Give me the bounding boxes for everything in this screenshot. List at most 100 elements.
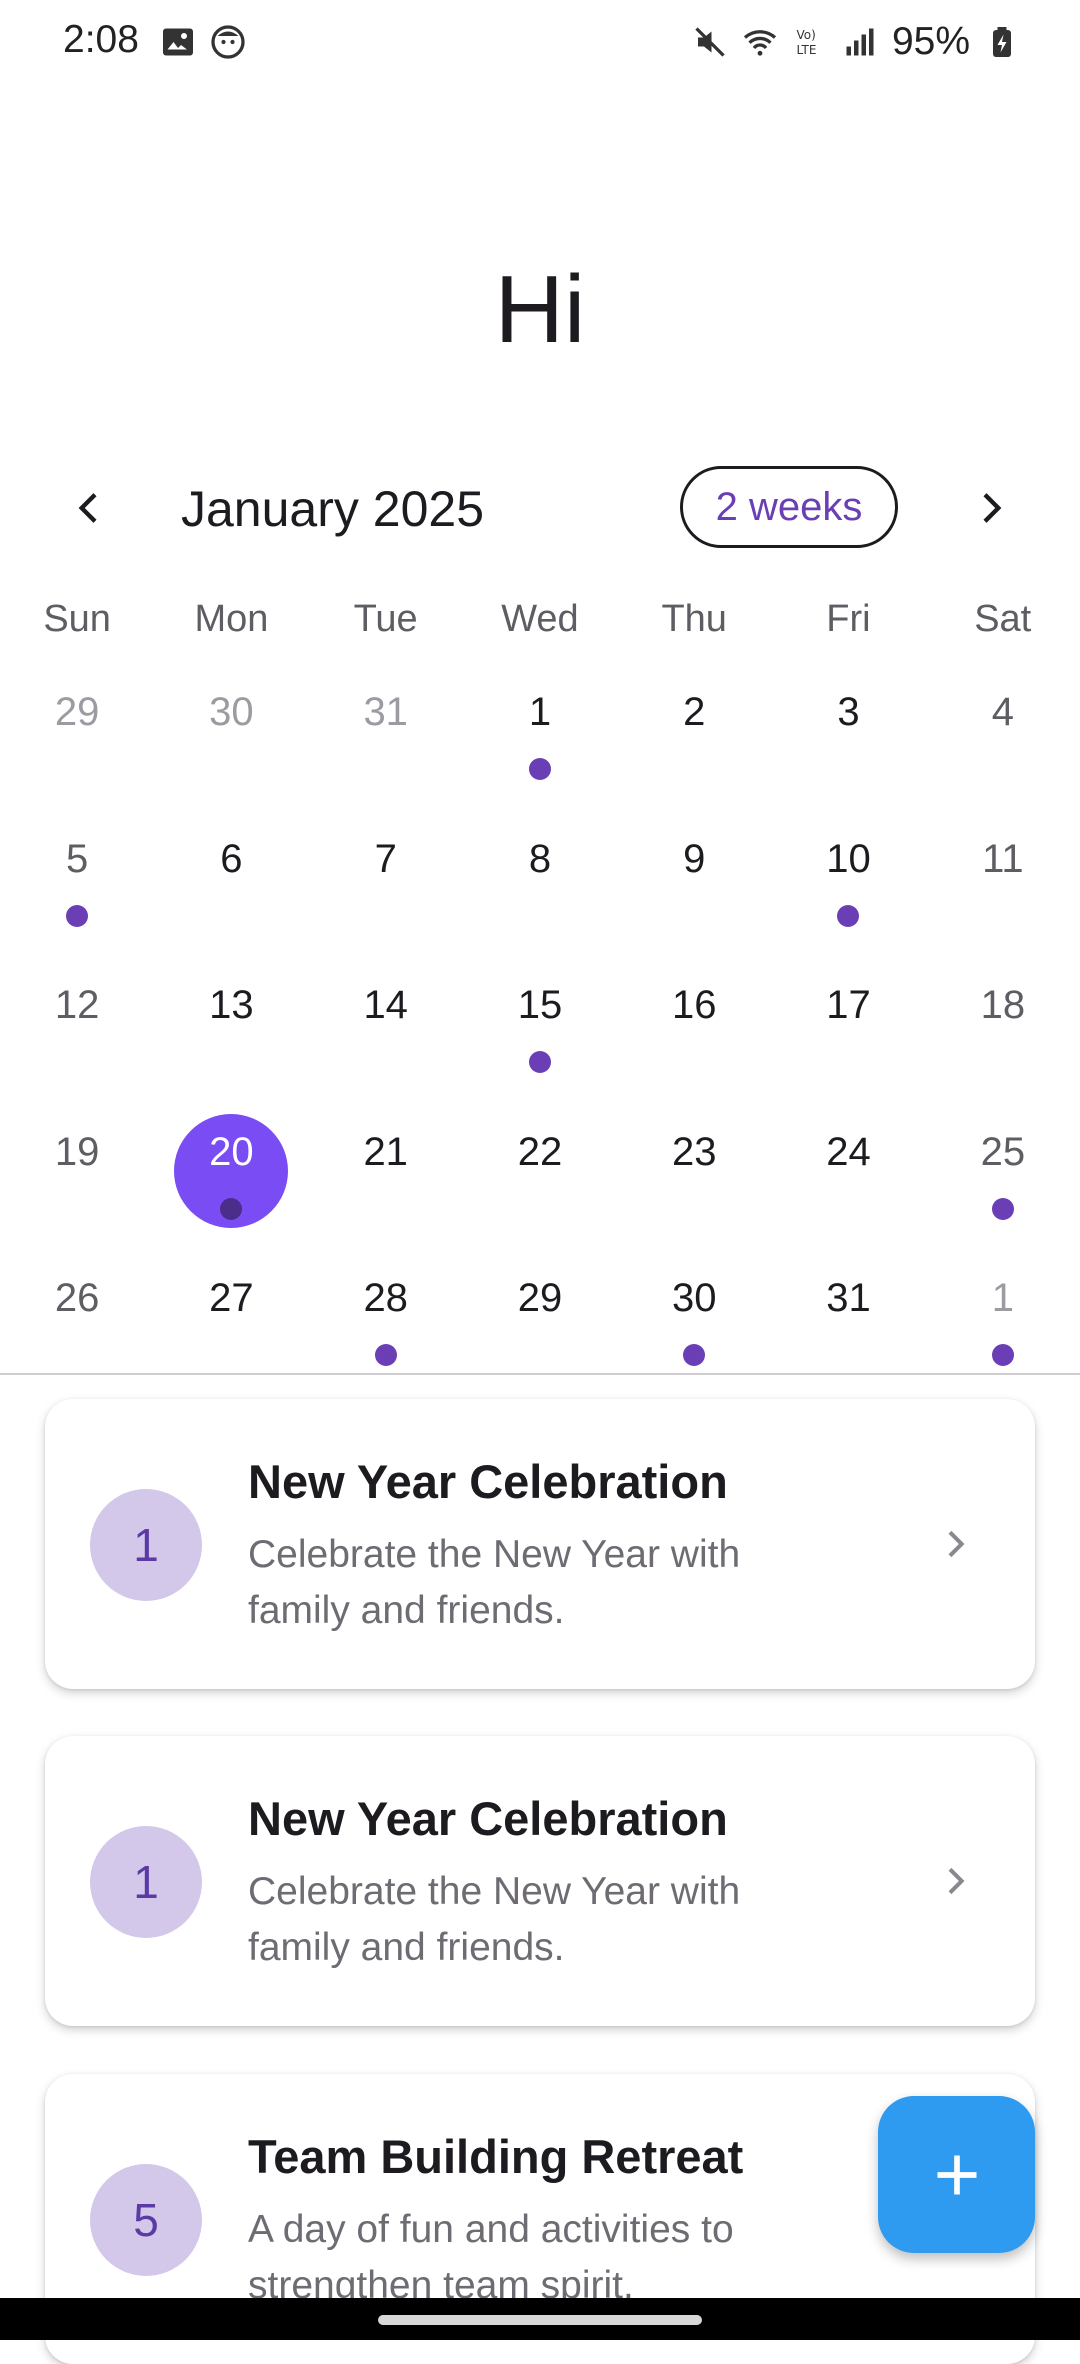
event-badge: 5 [90,2164,202,2276]
calendar-day-number: 30 [209,690,254,734]
event-description: Celebrate the New Year with family and f… [248,1533,741,1632]
calendar-day-cell[interactable]: 3 [771,666,925,812]
calendar-day-cell[interactable]: 28 [309,1252,463,1398]
calendar-day-number: 14 [363,983,408,1027]
calendar-day-cell[interactable]: 5 [0,813,154,959]
weekday-label: Mon [194,598,269,640]
calendar-day-number: 23 [672,1129,717,1174]
svg-text:Vo): Vo) [796,28,815,42]
weekday-label: Wed [501,598,579,640]
calendar-day-cell[interactable]: 10 [771,813,925,959]
event-marker-dot [528,1051,551,1073]
svg-text:LTE: LTE [796,43,816,57]
weekday-header: Sun Mon Tue Wed Thu Fri Sat [0,598,1080,641]
calendar-day-cell[interactable]: 30 [154,666,308,812]
event-card[interactable]: 1 New Year Celebration Celebrate the New… [45,1399,1035,1689]
calendar-day-number: 10 [826,836,871,881]
calendar-day-cell[interactable]: 16 [617,959,771,1105]
calendar-day-cell[interactable]: 14 [309,959,463,1105]
calendar-day-cell[interactable]: 29 [0,666,154,812]
calendar-day-number: 27 [209,1276,254,1320]
event-marker-dot [991,1344,1014,1366]
mute-icon [695,27,725,57]
calendar-day-number: 11 [982,836,1024,881]
calendar-day-cell[interactable]: 31 [309,666,463,812]
image-icon [163,28,193,56]
wifi-icon [743,30,777,56]
calendar-day-number: 29 [54,690,100,734]
calendar-day-cell[interactable]: 29 [463,1252,617,1398]
calendar-day-cell[interactable]: 15 [463,959,617,1105]
calendar-day-cell[interactable]: 17 [771,959,925,1105]
calendar-day-cell[interactable]: 18 [926,959,1080,1105]
home-gesture-handle[interactable] [378,2315,702,2325]
calendar-day-number: 6 [220,836,243,881]
chevron-right-icon [983,493,1002,523]
calendar-day-cell[interactable]: 9 [617,813,771,959]
face-icon [211,25,245,59]
calendar-grid: 29 30 31 1 2 3 4 5 6 7 8 9 10 11 12 13 14 15 16 17 18 19 20 21 2… [0,666,1080,1399]
calendar-day-number: 2 [683,690,706,734]
calendar-day-cell[interactable]: 26 [0,1252,154,1398]
event-marker-dot [837,904,860,927]
event-marker-dot [991,1197,1014,1220]
calendar-day-cell[interactable]: 23 [617,1106,771,1252]
calendar-day-cell[interactable]: 1 [926,1252,1080,1398]
calendar-day-cell[interactable]: 6 [154,813,308,959]
calendar-header: January 2025 2 weeks [0,462,1080,552]
calendar-day-cell[interactable]: 11 [926,813,1080,959]
calendar-day-number: 24 [826,1129,871,1174]
calendar-day-cell[interactable]: 8 [463,813,617,959]
calendar-day-number: 12 [54,983,100,1027]
format-toggle-button[interactable]: 2 weeks [680,466,898,548]
calendar-week-row: 19 20 21 22 23 24 25 [0,1106,1080,1253]
status-right-icons: Vo) LTE 95% [692,20,1020,64]
month-label: January 2025 [181,481,485,537]
add-event-button[interactable] [878,2096,1035,2253]
calendar-day-number: 29 [517,1276,563,1320]
calendar-day-cell[interactable]: 27 [154,1252,308,1398]
calendar-day-cell[interactable]: 1 [463,666,617,812]
calendar-day-cell[interactable]: 19 [0,1106,154,1252]
calendar-day-number: 4 [991,690,1014,734]
calendar-day-number: 30 [672,1276,717,1320]
calendar-day-cell[interactable]: 24 [771,1106,925,1252]
weekday-label: Thu [661,598,727,640]
calendar-day-number: 26 [54,1276,100,1320]
calendar-day-number: 1 [528,690,552,734]
calendar-day-cell[interactable]: 21 [309,1106,463,1252]
battery-icon [993,27,1011,57]
volte-icon: Vo)LTE [796,28,816,57]
calendar-day-cell[interactable]: 20 [154,1106,308,1252]
calendar-day-number: 31 [826,1276,871,1320]
calendar-day-cell[interactable]: 30 [617,1252,771,1398]
battery-percentage: 95% [891,20,970,63]
calendar-day-number: 31 [363,690,408,734]
calendar-day-cell[interactable]: 7 [309,813,463,959]
system-nav-bar [0,2298,1080,2340]
status-time: 2:08 [63,18,139,61]
calendar-day-cell[interactable]: 13 [154,959,308,1105]
chevron-right-icon [948,1867,965,1895]
calendar-day-number: 13 [209,983,254,1027]
event-badge: 1 [90,1826,202,1938]
event-card[interactable]: 1 New Year Celebration Celebrate the New… [45,1736,1035,2026]
calendar-day-cell[interactable]: 31 [771,1252,925,1398]
event-marker-dot [683,1344,706,1366]
calendar-day-cell[interactable]: 2 [617,666,771,812]
previous-month-button[interactable] [62,480,118,536]
calendar-day-cell[interactable]: 12 [0,959,154,1105]
calendar-day-number: 8 [528,836,552,881]
calendar-day-number: 25 [980,1129,1026,1174]
calendar-week-row: 12 13 14 15 16 17 18 [0,959,1080,1106]
status-left-icons [160,24,246,60]
next-month-button[interactable] [962,480,1018,536]
calendar-day-cell[interactable]: 4 [926,666,1080,812]
event-title: Team Building Retreat [248,2130,744,2183]
calendar-day-cell[interactable]: 22 [463,1106,617,1252]
event-title: New Year Celebration [248,1455,728,1508]
calendar-day-number: 9 [683,836,706,881]
calendar-divider [0,1373,1080,1375]
signal-icon [846,28,874,56]
calendar-day-cell[interactable]: 25 [926,1106,1080,1252]
